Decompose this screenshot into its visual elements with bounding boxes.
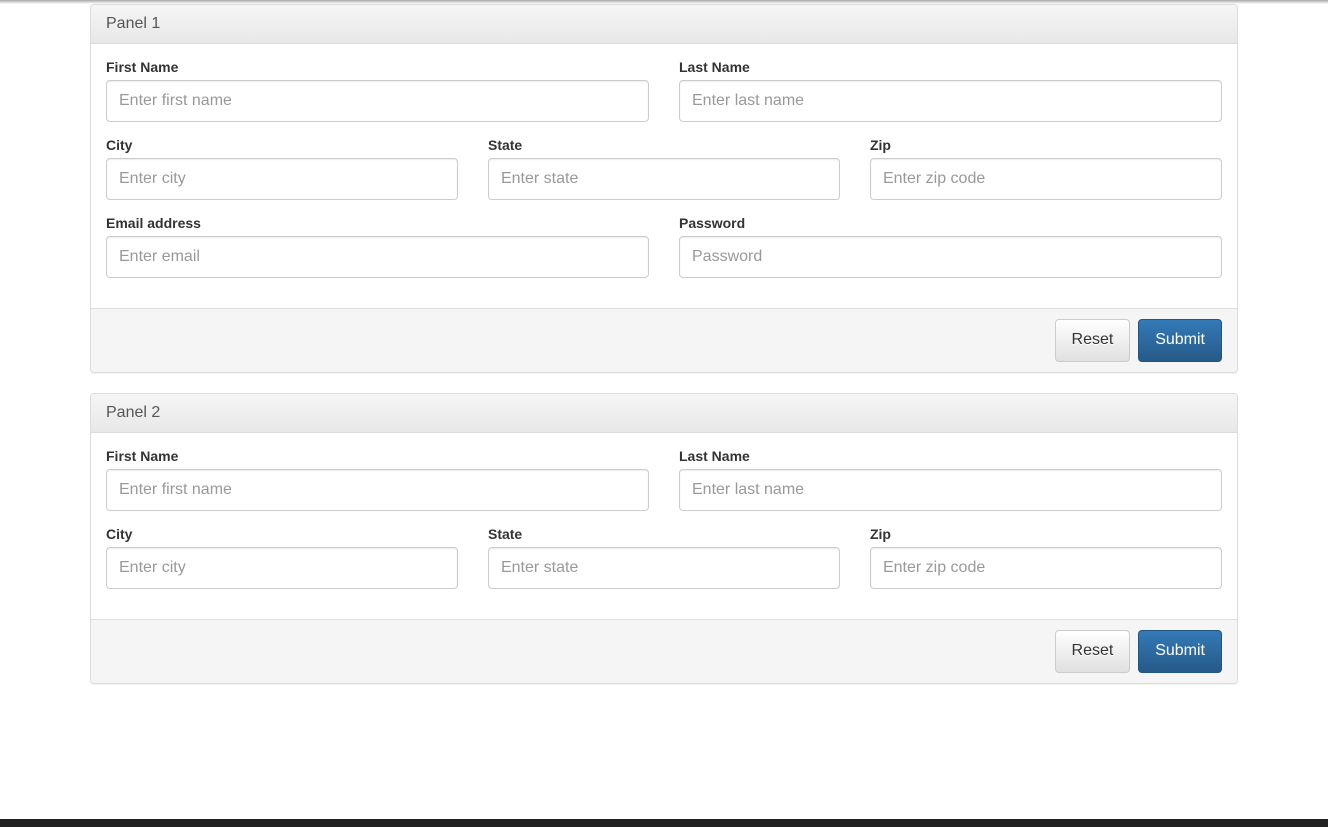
panel-2-heading: Panel 2	[91, 394, 1237, 433]
email-label: Email address	[106, 215, 201, 231]
zip-input[interactable]	[870, 547, 1222, 589]
submit-button[interactable]: Submit	[1138, 319, 1222, 362]
password-input[interactable]	[679, 236, 1222, 278]
city-label: City	[106, 526, 132, 542]
page-container: Panel 1 First Name Last Name City	[0, 4, 1328, 724]
bottom-bar	[0, 819, 1328, 827]
first-name-label: First Name	[106, 448, 178, 464]
panel-2-footer: Reset Submit	[91, 619, 1237, 683]
reset-button[interactable]: Reset	[1055, 630, 1131, 673]
reset-button[interactable]: Reset	[1055, 319, 1131, 362]
first-name-label: First Name	[106, 59, 178, 75]
panel-1-title: Panel 1	[106, 15, 1222, 33]
panel-1-heading: Panel 1	[91, 5, 1237, 44]
password-label: Password	[679, 215, 745, 231]
city-label: City	[106, 137, 132, 153]
state-input[interactable]	[488, 547, 840, 589]
city-input[interactable]	[106, 547, 458, 589]
panel-2-title: Panel 2	[106, 404, 1222, 422]
city-input[interactable]	[106, 158, 458, 200]
zip-label: Zip	[870, 137, 891, 153]
panel-2-body: First Name Last Name City State	[91, 433, 1237, 619]
last-name-label: Last Name	[679, 448, 750, 464]
first-name-input[interactable]	[106, 80, 649, 122]
state-label: State	[488, 526, 522, 542]
state-input[interactable]	[488, 158, 840, 200]
last-name-input[interactable]	[679, 469, 1222, 511]
email-input[interactable]	[106, 236, 649, 278]
zip-input[interactable]	[870, 158, 1222, 200]
first-name-input[interactable]	[106, 469, 649, 511]
panel-2: Panel 2 First Name Last Name City	[90, 393, 1238, 684]
panel-1-body: First Name Last Name City State	[91, 44, 1237, 308]
panel-1-footer: Reset Submit	[91, 308, 1237, 372]
last-name-input[interactable]	[679, 80, 1222, 122]
zip-label: Zip	[870, 526, 891, 542]
state-label: State	[488, 137, 522, 153]
last-name-label: Last Name	[679, 59, 750, 75]
submit-button[interactable]: Submit	[1138, 630, 1222, 673]
panel-1: Panel 1 First Name Last Name City	[90, 4, 1238, 373]
